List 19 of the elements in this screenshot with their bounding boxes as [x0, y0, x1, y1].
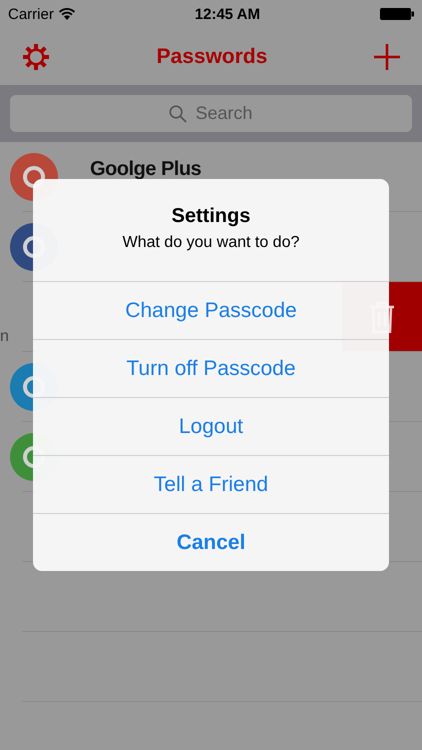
entry-name: Goolge Plus: [90, 158, 202, 181]
search-field[interactable]: Search: [10, 95, 412, 132]
dialog-message: What do you want to do?: [122, 234, 300, 252]
search-icon: [169, 104, 188, 122]
action-button[interactable]: Change Passcode: [33, 281, 389, 339]
clock-time: 12:45 AM: [194, 6, 260, 22]
cancel-button[interactable]: Cancel: [33, 513, 389, 571]
wifi-icon: [58, 8, 75, 20]
settings-icon[interactable]: [22, 42, 50, 70]
action-button[interactable]: Logout: [33, 397, 389, 455]
action-button[interactable]: Tell a Friend: [33, 455, 389, 513]
carrier-label: Carrier: [8, 6, 54, 22]
add-icon[interactable]: [374, 44, 400, 70]
dialog-title: Settings: [172, 204, 250, 228]
entry-name: n: [0, 328, 8, 346]
screen-title: Passwords: [156, 44, 268, 68]
action-button[interactable]: Turn off Passcode: [33, 339, 389, 397]
battery-icon: [380, 8, 414, 20]
search-placeholder: Search: [195, 103, 253, 124]
